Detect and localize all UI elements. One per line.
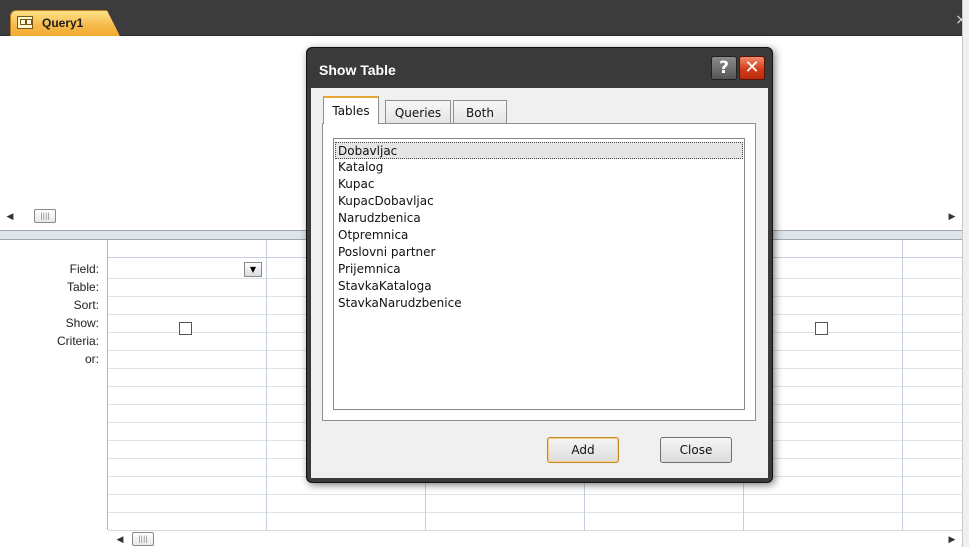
row-label-or: or: bbox=[84, 352, 99, 366]
row-label-field: Field: bbox=[69, 262, 99, 276]
dialog-body: Tables Queries Both Dobavljac Katalog Ku… bbox=[311, 88, 768, 478]
grid-horizontal-scrollbar[interactable]: ◀ |||| ▶ bbox=[108, 530, 962, 547]
row-label-table: Table: bbox=[66, 280, 99, 294]
list-item[interactable]: StavkaKataloga bbox=[337, 278, 432, 295]
tab-queries[interactable]: Queries bbox=[385, 100, 451, 124]
help-icon[interactable]: ? bbox=[711, 56, 737, 80]
grid-row-labels: Field: Table: Sort: Show: Criteria: or: bbox=[0, 240, 108, 530]
field-dropdown-icon[interactable]: ▼ bbox=[244, 262, 262, 277]
query-icon bbox=[17, 16, 33, 29]
scroll-thumb[interactable]: |||| bbox=[132, 532, 154, 546]
row-label-show: Show: bbox=[65, 316, 99, 330]
row-label-criteria: Criteria: bbox=[56, 334, 99, 348]
show-checkbox-1[interactable] bbox=[179, 322, 192, 335]
list-item[interactable]: Dobavljac bbox=[335, 142, 743, 159]
query-document-tab[interactable]: Query1 bbox=[10, 10, 120, 36]
list-item[interactable]: KupacDobavljac bbox=[337, 193, 434, 210]
list-item[interactable]: Narudzbenica bbox=[337, 210, 421, 227]
show-table-dialog: Show Table ? ✕ Tables Queries Both Dobav… bbox=[306, 47, 773, 483]
show-checkbox-5[interactable] bbox=[815, 322, 828, 335]
list-item[interactable]: Poslovni partner bbox=[337, 244, 435, 261]
list-item[interactable]: StavkaNarudzbenice bbox=[337, 295, 462, 312]
list-item[interactable]: Kupac bbox=[337, 176, 374, 193]
list-item[interactable]: Otpremnica bbox=[337, 227, 408, 244]
grid-line bbox=[108, 512, 962, 513]
scroll-left-icon[interactable]: ◀ bbox=[2, 209, 18, 225]
query-tab-label: Query1 bbox=[42, 16, 84, 30]
scroll-right-icon[interactable]: ▶ bbox=[944, 532, 960, 548]
tab-both[interactable]: Both bbox=[453, 100, 507, 124]
scroll-left-icon[interactable]: ◀ bbox=[112, 532, 128, 548]
scroll-thumb[interactable]: |||| bbox=[34, 209, 56, 223]
add-button[interactable]: Add bbox=[547, 437, 619, 463]
row-label-sort: Sort: bbox=[73, 298, 99, 312]
column-divider bbox=[902, 240, 903, 530]
column-divider bbox=[266, 240, 267, 530]
document-tab-strip: Query1 × bbox=[0, 0, 969, 36]
close-button[interactable]: Close bbox=[660, 437, 732, 463]
dialog-title: Show Table bbox=[319, 62, 396, 78]
tab-tables[interactable]: Tables bbox=[323, 96, 379, 124]
tables-listbox[interactable]: Dobavljac Katalog Kupac KupacDobavljac N… bbox=[333, 138, 745, 410]
list-item[interactable]: Katalog bbox=[337, 159, 383, 176]
grid-line bbox=[108, 494, 962, 495]
vertical-scrollbar[interactable] bbox=[962, 0, 969, 547]
scroll-right-icon[interactable]: ▶ bbox=[944, 209, 960, 225]
close-icon[interactable]: ✕ bbox=[739, 56, 765, 80]
list-item[interactable]: Prijemnica bbox=[337, 261, 401, 278]
